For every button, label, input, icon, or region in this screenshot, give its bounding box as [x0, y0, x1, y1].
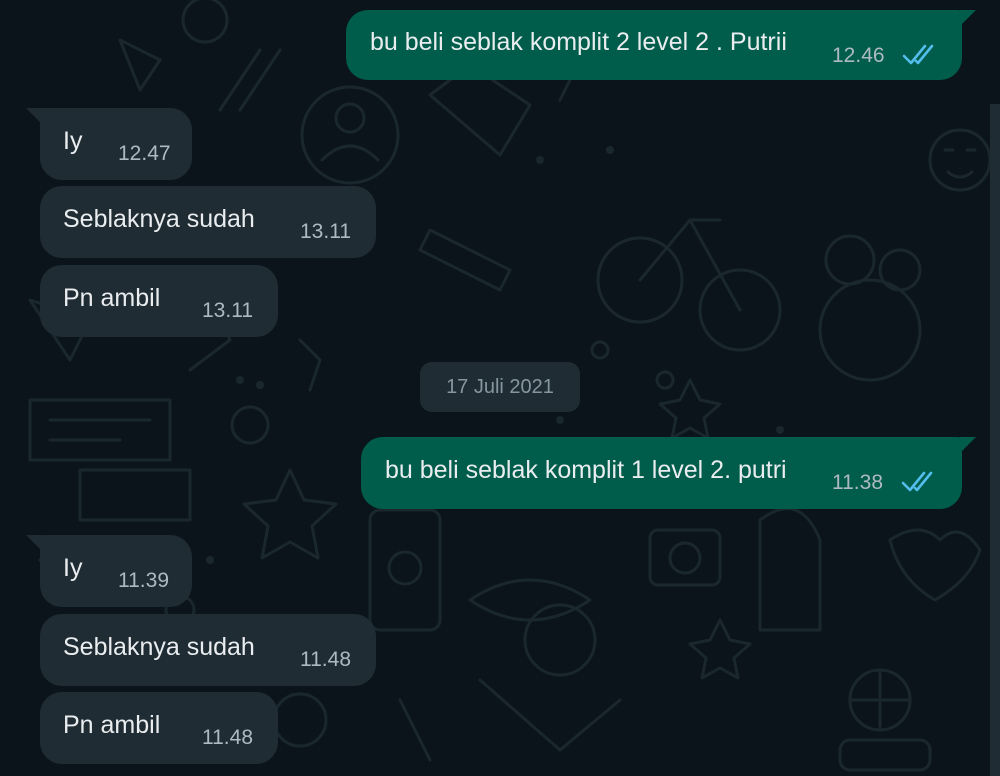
bubble-tail: [960, 10, 976, 26]
message-text: Iy: [63, 127, 83, 156]
message-text: Seblaknya sudah: [63, 633, 255, 662]
message-bubble-incoming[interactable]: Iy 12.47: [26, 108, 192, 180]
message-time: 11.48: [202, 726, 253, 749]
bubble-tail: [26, 108, 42, 124]
message-text: Iy: [63, 554, 83, 583]
message-bubble-outgoing[interactable]: bu beli seblak komplit 1 level 2. putri …: [361, 437, 976, 509]
date-separator: 17 Juli 2021: [420, 362, 580, 412]
message-time: 13.11: [300, 220, 351, 243]
message-bubble-incoming[interactable]: Seblaknya sudah 11.48: [40, 614, 376, 686]
message-text: Pn ambil: [63, 711, 161, 740]
message-bubble-incoming[interactable]: Iy 11.39: [26, 535, 192, 607]
message-time: 11.38: [832, 471, 883, 494]
message-bubble-outgoing[interactable]: bu beli seblak komplit 2 level 2 . Putri…: [346, 10, 976, 80]
message-text: bu beli seblak komplit 2 level 2 . Putri…: [370, 28, 787, 57]
message-text: Seblaknya sudah: [63, 205, 255, 234]
message-text: Pn ambil: [63, 284, 161, 313]
message-bubble-incoming[interactable]: Seblaknya sudah 13.11: [40, 186, 376, 258]
message-time: 13.11: [202, 299, 253, 322]
read-ticks-icon: [902, 44, 934, 65]
message-text: bu beli seblak komplit 1 level 2. putri: [385, 456, 787, 485]
message-time: 12.46: [832, 44, 885, 67]
message-time: 12.47: [118, 142, 171, 165]
message-bubble-incoming[interactable]: Pn ambil 11.48: [40, 692, 278, 764]
message-bubble-incoming[interactable]: Pn ambil 13.11: [40, 265, 278, 337]
read-ticks-icon: [901, 471, 933, 492]
message-time: 11.39: [118, 569, 169, 592]
scrollbar[interactable]: [990, 104, 1000, 776]
message-time: 11.48: [300, 648, 351, 671]
bubble-tail: [960, 437, 976, 453]
bubble-tail: [26, 535, 42, 551]
